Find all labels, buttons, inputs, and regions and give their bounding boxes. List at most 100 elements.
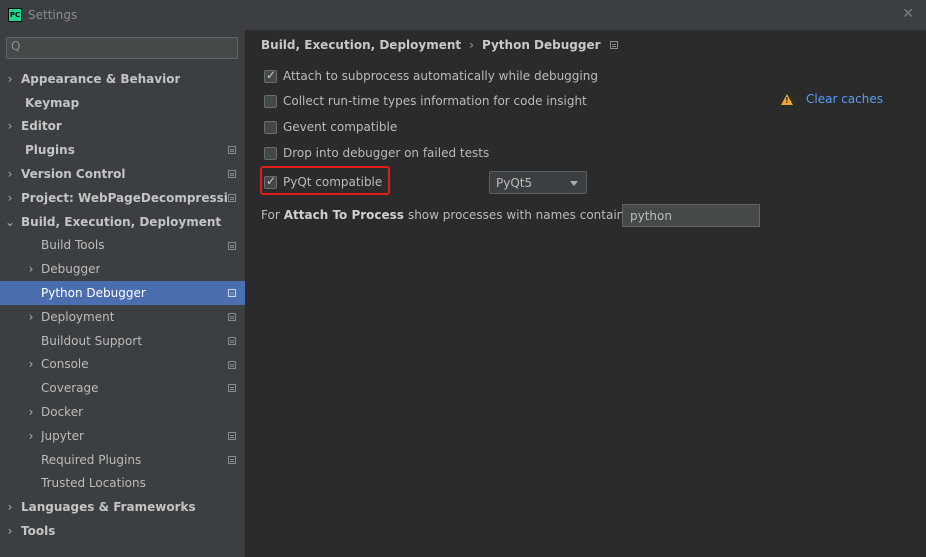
pyqt-compatible-checkbox[interactable]: PyQt compatible [264, 173, 382, 191]
tree-item-label: Editor [21, 119, 62, 134]
tree-item-label: Docker [41, 405, 84, 420]
tree-item-deployment[interactable]: › Deployment [0, 305, 245, 329]
checkbox-box[interactable] [264, 146, 277, 160]
chevron-right-icon: › [7, 190, 13, 205]
project-settings-icon [228, 289, 236, 298]
chevron-right-icon: › [7, 500, 13, 515]
clear-caches-link[interactable]: ! Clear caches [781, 92, 883, 106]
tree-item-build-execution-deployment[interactable]: ⌄ Build, Execution, Deployment [0, 210, 245, 234]
tree-item-label: Build, Execution, Deployment [21, 214, 222, 229]
tree-item-languages-frameworks[interactable]: › Languages & Frameworks [0, 495, 245, 519]
project-settings-icon [228, 360, 236, 369]
tree-item-label: Tools [21, 524, 56, 539]
checkbox-label: Collect run-time types information for c… [283, 94, 587, 108]
close-icon[interactable]: ✕ [902, 6, 914, 22]
tree-item-label: Buildout Support [41, 333, 143, 348]
tree-item-tools[interactable]: › Tools [0, 519, 245, 543]
tree-item-build-tools[interactable]: Build Tools [0, 234, 245, 258]
tree-item-python-debugger[interactable]: Python Debugger [0, 281, 245, 305]
chevron-right-icon: › [7, 119, 13, 134]
tree-item-required-plugins[interactable]: Required Plugins [0, 448, 245, 472]
chevron-right-icon: › [7, 167, 13, 182]
logo-text: PC [9, 10, 21, 19]
tree-item-project[interactable]: › Project: WebPageDecompressionE [0, 186, 245, 210]
drop-into-debugger-checkbox[interactable]: Drop into debugger on failed tests [264, 144, 489, 162]
chevron-right-icon: › [28, 405, 34, 420]
checkbox-label: Attach to subprocess automatically while… [283, 69, 598, 83]
tree-item-label: Languages & Frameworks [21, 500, 196, 515]
tree-item-label: Required Plugins [41, 452, 142, 467]
tree-item-console[interactable]: › Console [0, 353, 245, 377]
clear-caches-label[interactable]: Clear caches [806, 92, 883, 106]
settings-tree: › Appearance & Behavior Keymap › Editor … [0, 67, 245, 543]
caret-down-icon [570, 181, 578, 186]
tree-item-label: Python Debugger [41, 286, 146, 301]
checkbox-label: PyQt compatible [283, 175, 383, 189]
chevron-right-icon: › [7, 524, 13, 539]
chevron-right-icon: › [28, 357, 34, 372]
tree-item-editor[interactable]: › Editor [0, 115, 245, 139]
project-settings-icon [228, 193, 236, 202]
tree-item-appearance-behavior[interactable]: › Appearance & Behavior [0, 67, 245, 91]
tree-item-label: Coverage [41, 381, 99, 396]
tree-item-label: Appearance & Behavior [21, 71, 181, 86]
tree-item-coverage[interactable]: Coverage [0, 376, 245, 400]
window-title: Settings [28, 8, 78, 22]
checkbox-label: Gevent compatible [283, 120, 398, 134]
chevron-right-icon: › [28, 428, 34, 443]
title-bar: PC Settings ✕ [0, 0, 926, 30]
tree-item-label: Jupyter [41, 428, 84, 443]
search-input[interactable] [27, 40, 232, 56]
attach-prefix: For [261, 208, 280, 222]
tree-item-label: Plugins [25, 143, 75, 158]
attach-subprocess-checkbox[interactable]: Attach to subprocess automatically while… [264, 67, 598, 85]
attach-to-process-row: For Attach To Process show processes wit… [261, 208, 647, 222]
attach-suffix: show processes with names containing: [407, 208, 647, 222]
tree-item-keymap[interactable]: Keymap [0, 91, 245, 115]
project-settings-icon [228, 170, 236, 179]
breadcrumb-separator: › [469, 38, 474, 52]
project-settings-icon [228, 146, 236, 155]
chevron-down-icon: ⌄ [4, 214, 16, 229]
gevent-compatible-checkbox[interactable]: Gevent compatible [264, 118, 397, 136]
process-name-filter-input[interactable] [622, 204, 760, 227]
tree-item-label: Debugger [41, 262, 101, 277]
collect-runtime-types-checkbox[interactable]: Collect run-time types information for c… [264, 92, 587, 110]
warning-glyph: ! [785, 95, 789, 105]
tree-item-trusted-locations[interactable]: Trusted Locations [0, 472, 245, 496]
project-settings-icon [228, 384, 236, 393]
chevron-right-icon: › [28, 262, 34, 277]
tree-item-debugger[interactable]: › Debugger [0, 257, 245, 281]
settings-content: Build, Execution, Deployment › Python De… [245, 30, 926, 557]
tree-item-label: Version Control [21, 167, 126, 182]
breadcrumb: Build, Execution, Deployment › Python De… [261, 38, 618, 52]
settings-search[interactable]: Q [6, 37, 238, 59]
chevron-right-icon: › [28, 309, 34, 324]
tree-item-label: Console [41, 357, 89, 372]
project-settings-icon [228, 431, 236, 440]
checkbox-label: Drop into debugger on failed tests [283, 146, 490, 160]
checkbox-box[interactable] [264, 174, 277, 189]
breadcrumb-current: Python Debugger [481, 38, 601, 52]
tree-item-version-control[interactable]: › Version Control [0, 162, 245, 186]
project-settings-icon [228, 312, 236, 321]
tree-item-label: Trusted Locations [41, 476, 146, 491]
project-settings-icon [228, 455, 236, 464]
tree-item-docker[interactable]: › Docker [0, 400, 245, 424]
project-settings-icon [609, 41, 618, 49]
checkbox-box[interactable] [264, 68, 277, 83]
tree-item-label: Keymap [25, 95, 80, 110]
checkbox-box[interactable] [264, 120, 277, 134]
breadcrumb-parent[interactable]: Build, Execution, Deployment [261, 38, 461, 52]
tree-item-plugins[interactable]: Plugins [0, 138, 245, 162]
chevron-right-icon: › [7, 71, 13, 86]
checkbox-box[interactable] [264, 94, 277, 108]
search-icon: Q [11, 39, 21, 53]
tree-item-buildout-support[interactable]: Buildout Support [0, 329, 245, 353]
dropdown-value: PyQt5 [496, 175, 533, 190]
pycharm-logo-icon: PC [8, 8, 22, 22]
pyqt-version-dropdown[interactable]: PyQt5 [489, 171, 587, 194]
tree-item-label: Build Tools [41, 238, 105, 253]
tree-item-jupyter[interactable]: › Jupyter [0, 424, 245, 448]
project-settings-icon [228, 336, 236, 345]
